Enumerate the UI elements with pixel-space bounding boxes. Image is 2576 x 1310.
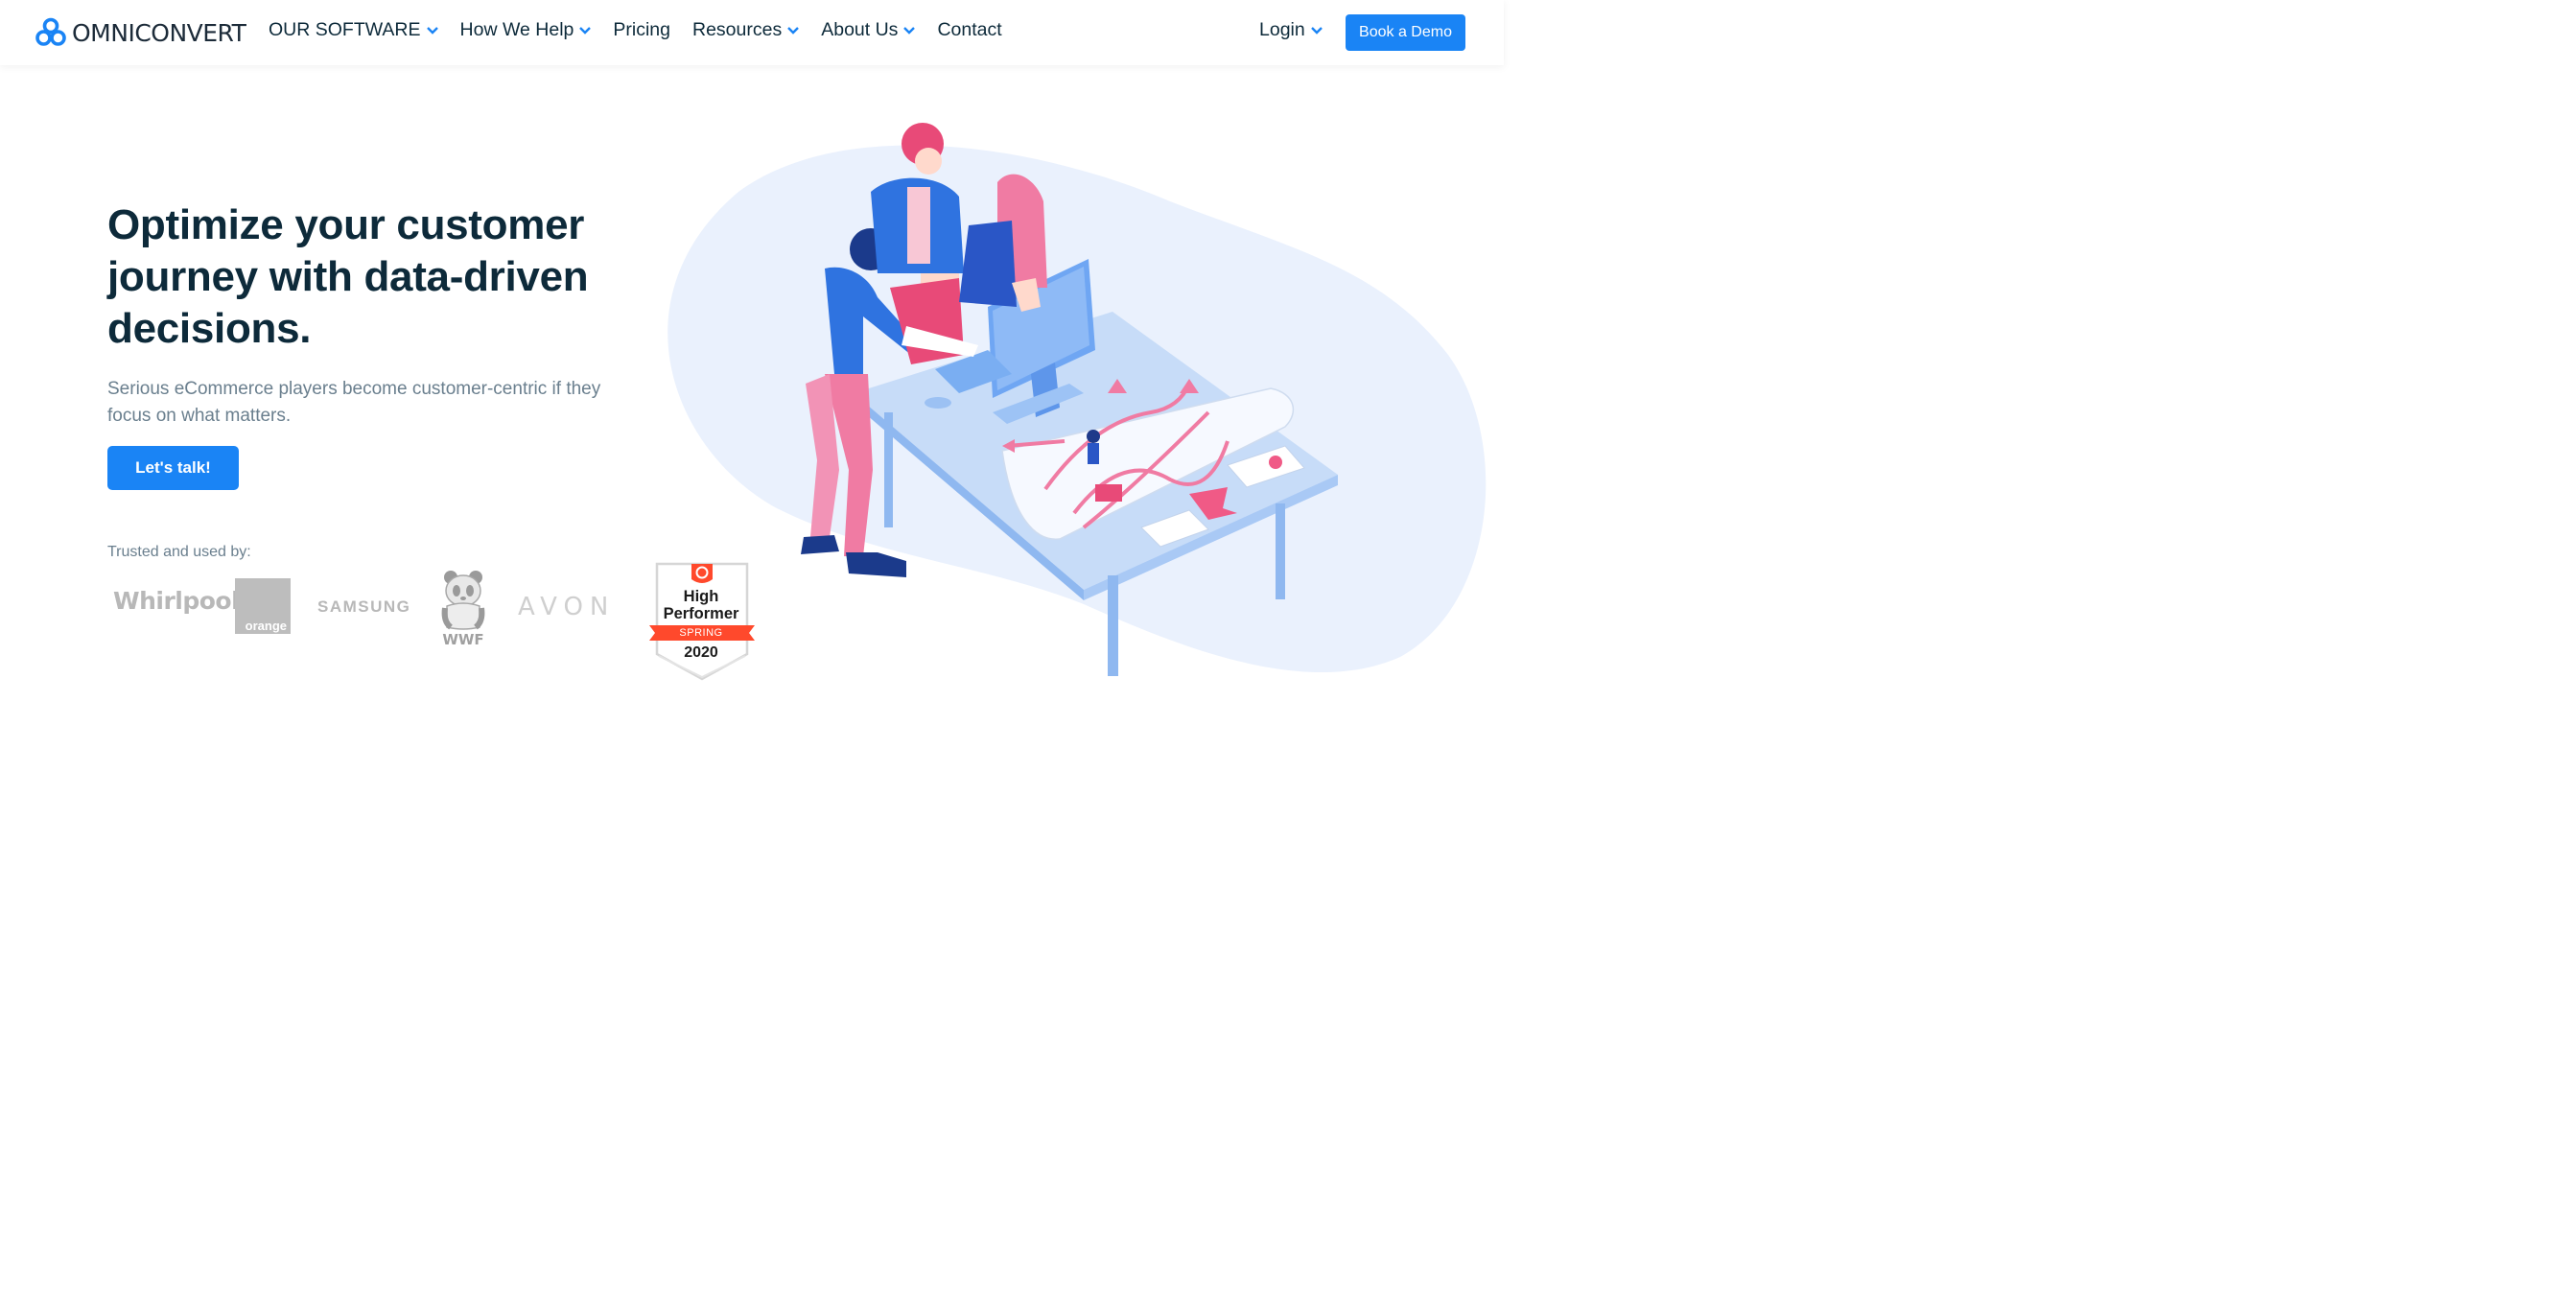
omniconvert-logo-icon	[35, 17, 66, 46]
menu-label: Pricing	[613, 19, 670, 40]
login-menu[interactable]: Login	[1259, 19, 1323, 41]
menu-resources[interactable]: Resources	[692, 19, 800, 41]
avon-logo: AVON	[518, 593, 616, 621]
top-navigation: OMNICONVERT OUR SOFTWARE How We Help Pri…	[0, 0, 1504, 65]
chevron-down-icon	[426, 26, 438, 35]
hero-subtext: Serious eCommerce players become custome…	[107, 379, 601, 426]
wwf-panda-logo: WWF	[441, 571, 485, 646]
menu-label: Resources	[692, 19, 783, 40]
menu-about-us[interactable]: About Us	[821, 19, 916, 41]
menu-label: OUR SOFTWARE	[269, 19, 421, 40]
menu-label: About Us	[821, 19, 899, 40]
brand-name: OMNICONVERT	[72, 18, 246, 47]
trusted-label: Trusted and used by:	[107, 544, 251, 560]
shopping-basket	[1095, 484, 1122, 502]
menu-label: Contact	[937, 19, 1002, 40]
samsung-logo: SAMSUNG	[317, 597, 411, 616]
orange-logo-text: orange	[245, 619, 287, 633]
orange-logo: orange	[235, 578, 291, 634]
hero-headline: Optimize your customer journey with data…	[107, 201, 589, 352]
lets-talk-button[interactable]: Let's talk!	[107, 446, 239, 490]
chevron-down-icon	[903, 26, 916, 35]
whirlpool-logo: Whirlpool	[113, 587, 240, 615]
chevron-down-icon	[787, 26, 800, 35]
chevron-down-icon	[579, 26, 592, 35]
book-demo-button[interactable]: Book a Demo	[1346, 14, 1465, 51]
main-menu: OUR SOFTWARE How We Help Pricing Resourc…	[269, 19, 1024, 41]
menu-pricing[interactable]: Pricing	[613, 19, 670, 41]
wwf-text: WWF	[442, 631, 483, 646]
hero-illustration	[667, 123, 1487, 676]
chevron-down-icon	[1310, 26, 1323, 35]
menu-how-we-help[interactable]: How We Help	[460, 19, 592, 41]
menu-contact[interactable]: Contact	[937, 19, 1001, 41]
menu-label: How We Help	[459, 19, 574, 40]
login-label: Login	[1259, 19, 1305, 40]
menu-our-software[interactable]: OUR SOFTWARE	[269, 19, 438, 41]
omniconvert-logo[interactable]: OMNICONVERT	[35, 16, 246, 49]
